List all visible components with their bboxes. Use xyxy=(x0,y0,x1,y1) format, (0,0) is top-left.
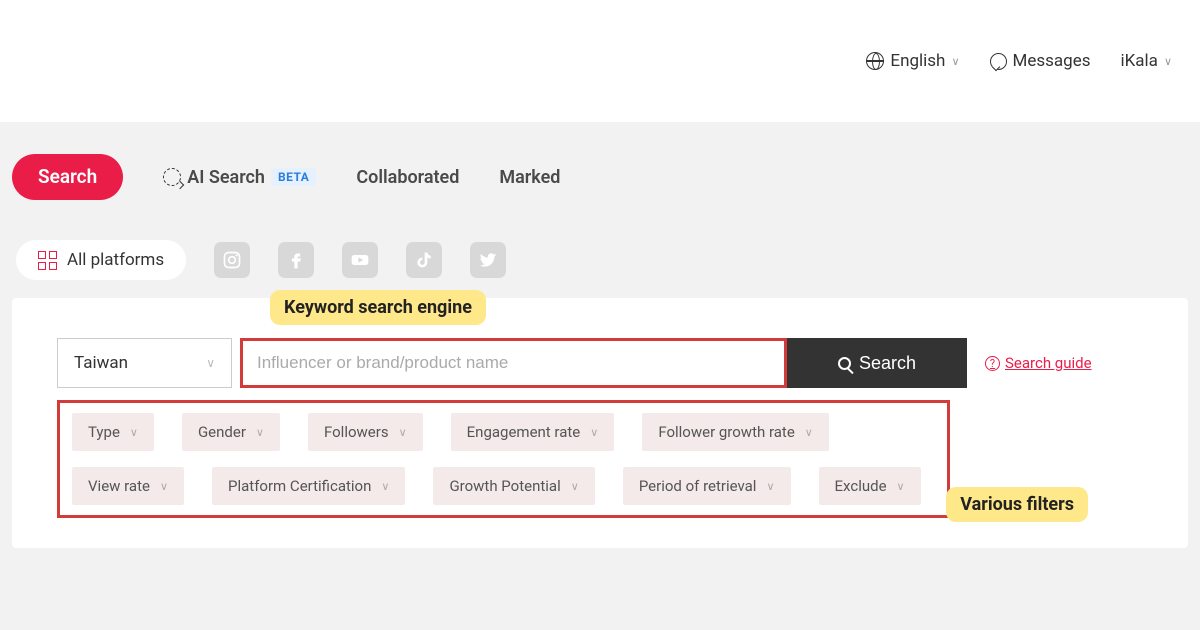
filter-gender[interactable]: Gender ∨ xyxy=(182,413,280,451)
annotation-filters: Various filters xyxy=(946,487,1088,522)
chevron-down-icon: ∨ xyxy=(590,426,598,439)
ai-search-icon xyxy=(163,168,181,186)
filter-label: Gender xyxy=(198,423,246,441)
chevron-down-icon: ∨ xyxy=(571,480,579,493)
chevron-down-icon: ∨ xyxy=(256,426,264,439)
chevron-down-icon: ∨ xyxy=(206,356,215,370)
chevron-down-icon: ∨ xyxy=(160,480,168,493)
chevron-down-icon: ∨ xyxy=(805,426,813,439)
search-guide-label: Search guide xyxy=(1005,354,1092,372)
filter-type[interactable]: Type ∨ xyxy=(72,413,154,451)
filter-platform-certification[interactable]: Platform Certification ∨ xyxy=(212,467,405,505)
search-button[interactable]: Search xyxy=(787,338,967,388)
filter-label: Type xyxy=(88,423,120,441)
primary-tabs: Search AI Search BETA Collaborated Marke… xyxy=(8,154,1192,200)
tab-collaborated[interactable]: Collaborated xyxy=(356,167,459,188)
messages-label: Messages xyxy=(1013,51,1091,71)
grid-icon xyxy=(38,251,57,270)
filter-label: Engagement rate xyxy=(467,423,581,441)
account-menu[interactable]: iKala ∨ xyxy=(1121,51,1173,71)
region-select[interactable]: Taiwan ∨ xyxy=(57,338,232,388)
filter-exclude[interactable]: Exclude ∨ xyxy=(819,467,921,505)
search-guide-link[interactable]: ? Search guide xyxy=(985,354,1092,372)
language-label: English xyxy=(890,51,945,71)
search-row: Taiwan ∨ Search ? Search guide xyxy=(57,338,1143,388)
tab-ai-search-label: AI Search xyxy=(187,167,265,188)
top-header: English ∨ Messages iKala ∨ xyxy=(0,0,1200,122)
chevron-down-icon: ∨ xyxy=(381,480,389,493)
filter-view-rate[interactable]: View rate ∨ xyxy=(72,467,184,505)
filter-period-of-retrieval[interactable]: Period of retrieval ∨ xyxy=(623,467,791,505)
filter-growth-potential[interactable]: Growth Potential ∨ xyxy=(433,467,594,505)
filter-follower-growth-rate[interactable]: Follower growth rate ∨ xyxy=(642,413,829,451)
tab-marked[interactable]: Marked xyxy=(499,167,560,188)
youtube-icon[interactable] xyxy=(342,242,378,278)
search-input-highlight xyxy=(240,338,787,388)
region-value: Taiwan xyxy=(74,353,128,373)
facebook-icon[interactable] xyxy=(278,242,314,278)
chevron-down-icon: ∨ xyxy=(897,480,905,493)
filter-label: Followers xyxy=(324,423,389,441)
filter-label: Follower growth rate xyxy=(658,423,794,441)
platform-filter-row: All platforms xyxy=(8,240,1192,280)
search-icon xyxy=(838,357,851,370)
messages-link[interactable]: Messages xyxy=(990,51,1091,71)
instagram-icon[interactable] xyxy=(214,242,250,278)
globe-icon xyxy=(866,52,884,70)
twitter-icon[interactable] xyxy=(470,242,506,278)
language-switcher[interactable]: English ∨ xyxy=(866,51,959,71)
filter-followers[interactable]: Followers ∨ xyxy=(308,413,423,451)
filter-label: Exclude xyxy=(835,477,887,495)
chevron-down-icon: ∨ xyxy=(130,426,138,439)
search-button-label: Search xyxy=(859,353,916,374)
tab-search[interactable]: Search xyxy=(12,154,123,200)
beta-badge: BETA xyxy=(271,168,316,186)
chevron-down-icon: ∨ xyxy=(766,480,774,493)
tiktok-icon[interactable] xyxy=(406,242,442,278)
filter-engagement-rate[interactable]: Engagement rate ∨ xyxy=(451,413,615,451)
chevron-down-icon: ∨ xyxy=(1164,55,1172,68)
filter-label: View rate xyxy=(88,477,150,495)
main-area: Search AI Search BETA Collaborated Marke… xyxy=(0,122,1200,630)
search-input[interactable] xyxy=(243,341,784,385)
filters-highlight: Type ∨ Gender ∨ Followers ∨ Engagement rate… xyxy=(57,400,950,518)
annotation-keyword: Keyword search engine xyxy=(270,290,486,325)
search-card: Keyword search engine Taiwan ∨ Search ? … xyxy=(12,298,1188,548)
help-icon: ? xyxy=(985,356,1000,371)
chevron-down-icon: ∨ xyxy=(399,426,407,439)
filter-label: Growth Potential xyxy=(449,477,560,495)
filter-label: Period of retrieval xyxy=(639,477,757,495)
chevron-down-icon: ∨ xyxy=(951,55,959,68)
tab-ai-search[interactable]: AI Search BETA xyxy=(163,167,316,188)
all-platforms-label: All platforms xyxy=(67,250,164,270)
filter-label: Platform Certification xyxy=(228,477,371,495)
account-label: iKala xyxy=(1121,51,1158,71)
message-icon xyxy=(990,53,1007,70)
all-platforms-chip[interactable]: All platforms xyxy=(16,240,186,280)
